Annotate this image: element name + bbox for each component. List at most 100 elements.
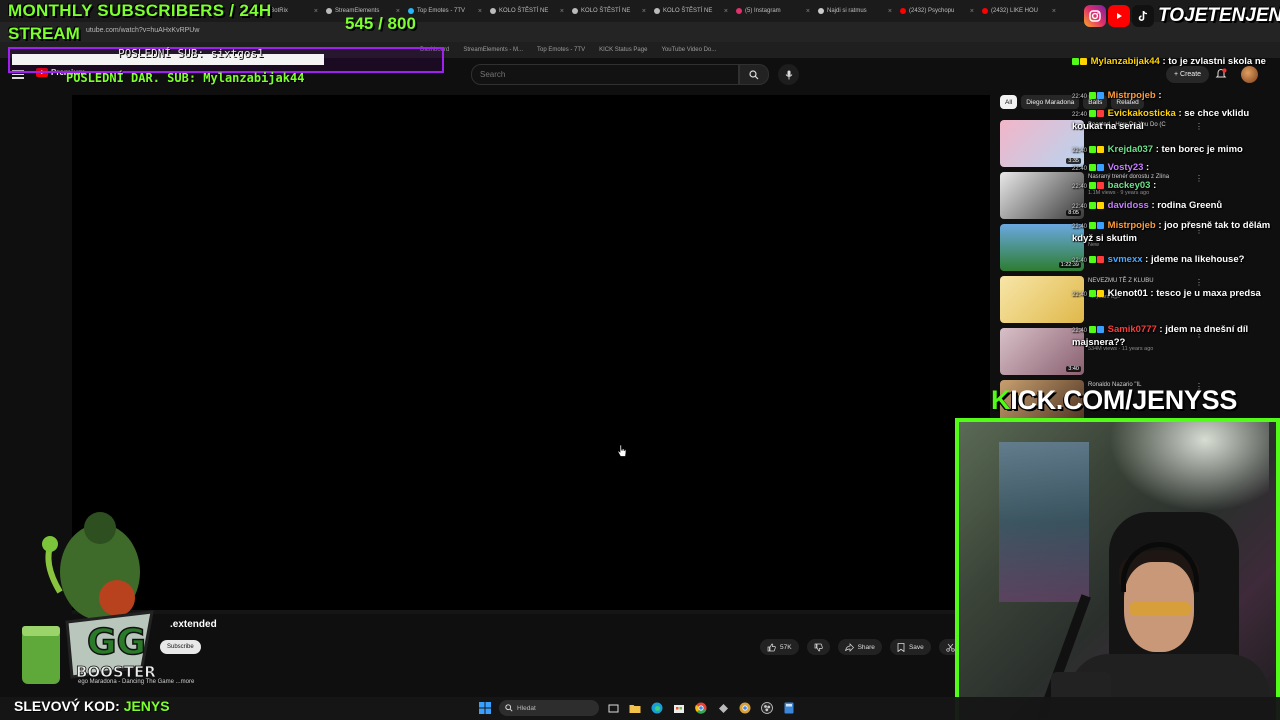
like-button[interactable]: 57K xyxy=(760,639,799,655)
dislike-button[interactable] xyxy=(806,639,830,655)
chat-username: davidoss xyxy=(1107,200,1149,211)
close-icon[interactable]: × xyxy=(888,8,892,15)
bookmark-item[interactable]: Top Emotes - 7TV xyxy=(537,47,585,53)
chat-timestamp: 22:40 xyxy=(1072,204,1088,210)
voice-search-button[interactable] xyxy=(778,64,799,85)
close-icon[interactable]: × xyxy=(806,8,810,15)
chat-message: 22:40 svmexx : jdeme na likehouse? xyxy=(1072,254,1280,267)
save-playlist-icon xyxy=(897,642,905,652)
search-input[interactable] xyxy=(471,64,739,85)
close-icon[interactable]: × xyxy=(970,8,974,15)
browser-tab[interactable]: KOLO ŠTĚSTÍ NE × xyxy=(568,3,650,19)
chat-username: Samik0777 xyxy=(1107,324,1157,335)
chat-message: 22:40 davidoss : rodina Greenů xyxy=(1072,200,1280,213)
chat-text: : xyxy=(1146,162,1150,173)
chat-text: : rodina Greenů xyxy=(1151,200,1223,211)
tab-favicon-icon xyxy=(572,8,578,14)
video-title: .extended xyxy=(170,619,217,630)
bookmark-item[interactable]: StreamElements - M... xyxy=(463,47,523,53)
badge-icon xyxy=(1089,255,1097,263)
chat-timestamp: 22:40 xyxy=(1072,184,1088,190)
calculator-icon[interactable] xyxy=(781,700,797,716)
search-button[interactable] xyxy=(739,64,769,85)
save-button[interactable]: Save xyxy=(889,639,931,655)
taskbar-search[interactable]: Hledat xyxy=(499,700,599,716)
badge-icon xyxy=(1097,255,1105,263)
chat-message: 22:40 Mistrpojeb : joo přesně tak to děl… xyxy=(1072,220,1280,245)
filter-chip[interactable]: Diego Maradona xyxy=(1021,95,1080,109)
filter-chip[interactable]: All xyxy=(1000,95,1018,109)
scissors-icon xyxy=(946,643,955,652)
badge-icon xyxy=(1089,221,1097,229)
share-label: Share xyxy=(857,643,875,651)
chat-text: : xyxy=(1153,180,1157,191)
chrome-canary-icon[interactable] xyxy=(737,700,753,716)
browser-tab[interactable]: KOLO ŠTĚSTÍ NE × xyxy=(486,3,568,19)
close-icon[interactable]: × xyxy=(478,8,482,15)
tiktok-icon xyxy=(1132,5,1154,27)
chat-timestamp: 22:40 xyxy=(1072,224,1088,230)
browser-tab[interactable]: (2432) Psychopu × xyxy=(896,3,978,19)
chat-timestamp: 22:40 xyxy=(1072,328,1088,334)
bookmark-item[interactable]: KICK Status Page xyxy=(599,47,647,53)
close-icon[interactable]: × xyxy=(724,8,728,15)
chat-message: 22:40 Vosty23 : xyxy=(1072,162,1280,175)
chrome-icon[interactable] xyxy=(693,700,709,716)
last-sub-text: POSLEDNÍ SUB: sixtgos1 xyxy=(118,47,264,60)
badge-icon xyxy=(1089,289,1097,297)
browser-tab[interactable]: Najdi si ratmus × xyxy=(814,3,896,19)
chat-username: Vosty23 xyxy=(1107,162,1144,173)
chat-username: Mistrpojeb xyxy=(1107,220,1156,231)
obs-icon[interactable] xyxy=(759,700,775,716)
browser-tab[interactable]: (2432) LIKE HOU × xyxy=(978,3,1060,19)
chat-timestamp: 22:40 xyxy=(1072,112,1088,118)
file-explorer-icon[interactable] xyxy=(627,700,643,716)
badge-icon xyxy=(1097,163,1105,171)
gg-booster-logo-icon: GG BOOSTER xyxy=(22,512,157,684)
svg-text:BOOSTER: BOOSTER xyxy=(76,663,156,681)
tab-label: KOLO ŠTĚSTÍ NE xyxy=(499,8,549,14)
store-icon[interactable] xyxy=(671,700,687,716)
browser-tab[interactable]: KOLO ŠTĚSTÍ NE × xyxy=(650,3,732,19)
video-player[interactable] xyxy=(72,95,990,610)
browser-tab[interactable]: Top Emotes - 7TV × xyxy=(404,3,486,19)
bookmark-item[interactable]: YouTube Video Do... xyxy=(661,47,716,53)
badge-icon xyxy=(1080,57,1087,65)
chat-message: 22:40 Evickakosticka : se chce vklidu ko… xyxy=(1072,108,1280,133)
discount-code: SLEVOVÝ KOD: JENYS xyxy=(14,698,170,714)
tab-favicon-icon xyxy=(736,8,742,14)
chat-overlay: Mylanzabijak44 : to je zvlastni skola ne… xyxy=(1072,56,1280,408)
badge-icon xyxy=(1097,325,1105,333)
social-handles: TOJETENJENYS xyxy=(1084,5,1280,27)
badge-icon xyxy=(1089,181,1097,189)
chat-text: : to je zvlastni skola ne xyxy=(1162,56,1266,67)
badge-icon xyxy=(1097,145,1105,153)
edge-browser-icon[interactable] xyxy=(649,700,665,716)
subscriber-goal-counter: 545 / 800 xyxy=(345,14,416,33)
chat-timestamp: 22:40 xyxy=(1072,166,1088,172)
app-icon[interactable] xyxy=(715,700,731,716)
streamer-handle: TOJETENJENYS xyxy=(1158,5,1280,26)
close-icon[interactable]: × xyxy=(642,8,646,15)
chat-text: : tesco je u maxa predsa xyxy=(1150,288,1261,299)
save-label: Save xyxy=(908,643,924,651)
url-text[interactable]: utube.com/watch?v=huAHxKvRPUw xyxy=(86,27,199,34)
close-icon[interactable]: × xyxy=(1052,8,1056,15)
close-icon[interactable]: × xyxy=(314,8,318,15)
badge-icon xyxy=(1097,91,1105,99)
svg-text:GG: GG xyxy=(87,622,146,663)
task-view-icon[interactable] xyxy=(605,700,621,716)
mouse-cursor-icon xyxy=(617,444,627,457)
windows-start-icon[interactable] xyxy=(477,700,493,716)
chat-timestamp: 22:40 xyxy=(1072,148,1088,154)
close-icon[interactable]: × xyxy=(560,8,564,15)
badge-icon xyxy=(1097,181,1105,189)
browser-tab[interactable]: (5) Instagram × xyxy=(732,3,814,19)
share-button[interactable]: Share xyxy=(837,639,882,655)
thumbs-down-icon xyxy=(814,643,823,651)
tab-favicon-icon xyxy=(654,8,660,14)
video-actions: 57K Share Save xyxy=(760,639,962,655)
taskbar-search-placeholder: Hledat xyxy=(517,704,536,712)
badge-icon xyxy=(1097,109,1105,117)
badge-icon xyxy=(1089,145,1097,153)
